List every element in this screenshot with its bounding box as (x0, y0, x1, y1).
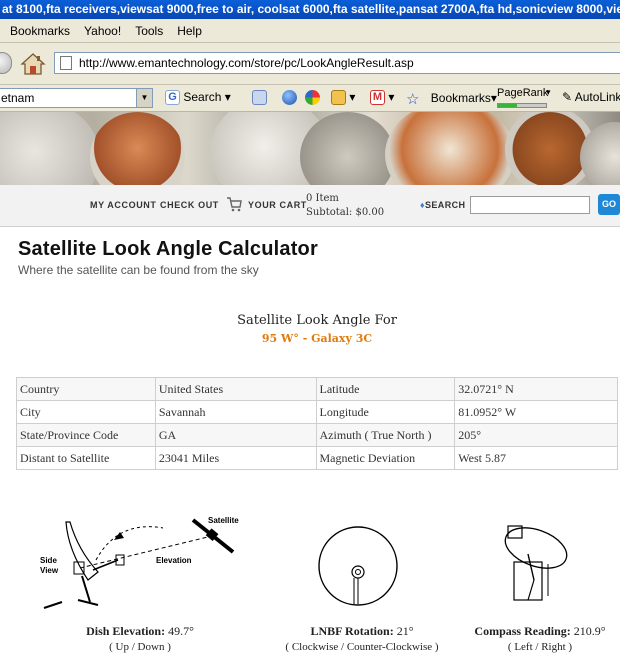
table-cell: Country (16, 377, 156, 401)
dish-elevation-label: Dish Elevation: (86, 624, 166, 638)
site-banner (0, 112, 620, 185)
autolink-button[interactable]: ✎ AutoLink (562, 90, 620, 104)
lnbf-rotation-sub: ( Clockwise / Counter-Clockwise ) (285, 641, 439, 653)
cart-items: 0 Item (306, 193, 339, 204)
table-cell: GA (154, 423, 317, 447)
pagerank-chevron-icon[interactable]: ▾ (546, 87, 551, 98)
table-cell: 23041 Miles (154, 446, 317, 470)
my-account-link[interactable]: MY ACCOUNT (90, 200, 157, 210)
pagerank-label: PageRank (497, 87, 549, 99)
toolbar-search-combo[interactable]: etnam ▼ (0, 88, 153, 108)
window-title: at 8100,fta receivers,viewsat 9000,free … (2, 2, 620, 16)
address-toolbar: http://www.emantechnology.com/store/pc/L… (0, 43, 620, 85)
url-input[interactable]: http://www.emantechnology.com/store/pc/L… (54, 52, 620, 74)
satellite-name: 95 W° - Galaxy 3C (261, 332, 373, 345)
table-cell: Latitude (315, 377, 456, 401)
table-cell: 81.0952° W (454, 400, 618, 424)
bookmarks-toolbar-button[interactable]: ☆ Bookmarks▾ (406, 90, 497, 108)
page-title: Satellite Look Angle Calculator (18, 238, 318, 260)
compass-diagram (504, 525, 568, 601)
look-angle-for-heading: Satellite Look Angle For (237, 313, 397, 328)
menu-yahoo[interactable]: Yahoo! (84, 24, 121, 38)
gmail-icon[interactable]: M ▾ (370, 90, 394, 106)
table-cell: Savannah (154, 400, 317, 424)
table-cell: Magnetic Deviation (315, 446, 456, 470)
autolink-label: AutoLink (574, 90, 620, 104)
bookmarks-toolbar-label: Bookmarks (430, 91, 491, 106)
elevation-diagram (43, 518, 235, 609)
lnbf-rotation-value: 21° (396, 624, 414, 638)
cart-summary: 0 Item Subtotal: $0.00 (306, 192, 384, 220)
satellite-label: Satellite (208, 516, 239, 525)
pagerank-fill (498, 104, 518, 107)
table-cell: State/Province Code (16, 423, 156, 447)
compass-reading-value: 210.9° (573, 624, 606, 638)
menu-tools[interactable]: Tools (135, 24, 163, 38)
forward-button[interactable] (0, 52, 12, 74)
dish-elevation-caption: Dish Elevation: 49.7° ( Up / Down ) (60, 624, 220, 654)
dish-elevation-sub: ( Up / Down ) (109, 641, 171, 653)
banner-dish-2 (90, 112, 185, 185)
site-nav: MY ACCOUNT CHECK OUT YOUR CART 0 Item Su… (0, 185, 620, 227)
cart-icon[interactable] (226, 196, 242, 212)
table-cell: City (16, 400, 156, 424)
globe-icon[interactable] (282, 90, 297, 106)
home-icon[interactable] (20, 51, 46, 77)
star-icon: ☆ (406, 91, 420, 108)
table-cell: Distant to Satellite (16, 446, 156, 470)
banner-dish-1 (0, 112, 100, 185)
results-table: Country United States Latitude 32.0721° … (16, 377, 618, 470)
google-search-button[interactable]: G Search ▾ (165, 90, 231, 106)
page-icon (60, 56, 72, 70)
window-title-bar: at 8100,fta receivers,viewsat 9000,free … (0, 0, 620, 19)
page-subtitle: Where the satellite can be found from th… (18, 263, 259, 277)
search-input[interactable] (470, 196, 590, 214)
menu-help[interactable]: Help (177, 24, 202, 38)
lnbf-diagram (318, 526, 398, 606)
compass-reading-label: Compass Reading: (474, 624, 571, 638)
url-text: http://www.emantechnology.com/store/pc/L… (79, 56, 414, 70)
table-row: City Savannah Longitude 81.0952° W (16, 400, 618, 424)
lnbf-rotation-label: LNBF Rotation: (310, 624, 394, 638)
table-cell: Longitude (315, 400, 456, 424)
dish-elevation-value: 49.7° (168, 624, 194, 638)
go-button[interactable]: GO (598, 194, 620, 215)
google-toolbar: etnam ▼ G Search ▾ ▾ M ▾ ☆ Bookmarks▾ Pa… (0, 85, 620, 112)
news-icon[interactable] (252, 90, 267, 106)
lnbf-rotation-caption: LNBF Rotation: 21° ( Clockwise / Counter… (272, 624, 452, 654)
google-search-label: Search (183, 90, 222, 104)
menu-bookmarks[interactable]: Bookmarks (10, 24, 70, 38)
table-row: Distant to Satellite 23041 Miles Magneti… (16, 446, 618, 470)
puzzle-icon[interactable]: ▾ (331, 90, 355, 106)
table-cell: West 5.87 (454, 446, 618, 470)
cart-subtotal: Subtotal: $0.00 (306, 207, 385, 218)
compass-reading-caption: Compass Reading: 210.9° ( Left / Right ) (462, 624, 618, 654)
search-label: ♦SEARCH (420, 200, 466, 210)
banner-dish-5 (385, 112, 515, 185)
compass-reading-sub: ( Left / Right ) (507, 641, 573, 653)
picasa-icon[interactable] (305, 90, 320, 106)
table-cell: 205° (454, 423, 618, 447)
table-cell: United States (154, 377, 317, 401)
table-cell: Azimuth ( True North ) (315, 423, 456, 447)
google-g-icon: G (165, 90, 180, 106)
table-row: State/Province Code GA Azimuth ( True No… (16, 423, 618, 447)
table-row: Country United States Latitude 32.0721° … (16, 377, 618, 401)
check-out-link[interactable]: CHECK OUT (160, 200, 219, 210)
toolbar-search-combo-value: etnam (1, 91, 35, 105)
chevron-down-icon[interactable]: ▼ (136, 89, 152, 107)
wand-icon: ✎ (562, 90, 573, 104)
side-view-label: Side View (40, 556, 59, 575)
your-cart-link[interactable]: YOUR CART (248, 200, 307, 210)
table-cell: 32.0721° N (454, 377, 618, 401)
elevation-label: Elevation (156, 556, 192, 565)
pagerank-bar (497, 103, 547, 108)
menu-bar: Bookmarks Yahoo! Tools Help (0, 19, 620, 43)
